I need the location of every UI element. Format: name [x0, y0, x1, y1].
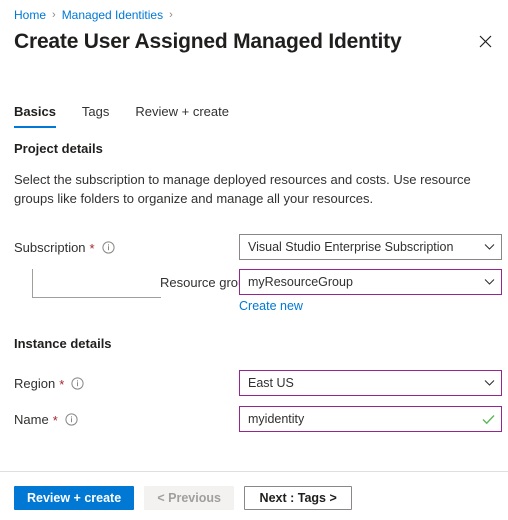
name-input[interactable]: [248, 407, 476, 431]
region-label: Region: [14, 376, 56, 391]
tree-connector-line: [32, 269, 161, 298]
project-details-heading: Project details: [14, 141, 103, 156]
breadcrumb-separator-icon-2: ›: [169, 9, 173, 21]
footer-separator: [0, 471, 508, 472]
instance-details-heading: Instance details: [14, 336, 112, 351]
breadcrumb-item-home[interactable]: Home: [14, 7, 46, 23]
form-row-name: Name *: [14, 406, 502, 432]
resource-group-value: myResourceGroup: [248, 275, 353, 289]
breadcrumb: Home › Managed Identities ›: [14, 7, 179, 23]
subscription-control: Visual Studio Enterprise Subscription: [239, 234, 502, 260]
chevron-down-icon: [484, 278, 495, 286]
chevron-down-icon: [484, 243, 495, 251]
name-label: Name: [14, 412, 49, 427]
footer-actions: Review + create < Previous Next : Tags >: [14, 486, 353, 510]
page-title: Create User Assigned Managed Identity: [14, 30, 402, 53]
chevron-down-icon: [484, 379, 495, 387]
name-textbox[interactable]: [239, 406, 502, 432]
region-value: East US: [248, 376, 294, 390]
form-row-subscription: Subscription * Visual Studio Enterprise …: [14, 234, 502, 260]
tab-review-create[interactable]: Review + create: [135, 103, 229, 128]
name-required-marker: *: [52, 413, 58, 428]
subscription-label-group: Subscription *: [14, 234, 115, 256]
resource-group-control: myResourceGroup Create new: [239, 269, 502, 315]
close-button[interactable]: [472, 30, 498, 56]
form-row-region: Region * East US: [14, 370, 502, 396]
form-row-resource-group: Resource group * myResourceGroup Creat: [14, 269, 502, 315]
tab-basics[interactable]: Basics: [14, 103, 56, 128]
breadcrumb-separator-icon: ›: [52, 9, 56, 21]
name-control: [239, 406, 502, 432]
tab-bar: Basics Tags Review + create: [14, 102, 508, 128]
project-details-description: Select the subscription to manage deploy…: [14, 172, 471, 206]
region-label-group: Region *: [14, 370, 84, 392]
create-new-resource-group-link[interactable]: Create new: [239, 299, 303, 313]
title-row: Create User Assigned Managed Identity: [14, 28, 498, 56]
resource-group-select[interactable]: myResourceGroup: [239, 269, 502, 295]
subscription-value: Visual Studio Enterprise Subscription: [248, 240, 454, 254]
region-required-marker: *: [59, 377, 65, 392]
info-icon[interactable]: [65, 413, 78, 426]
checkmark-icon: [482, 414, 495, 425]
previous-button: < Previous: [144, 486, 235, 510]
next-tags-button[interactable]: Next : Tags >: [244, 486, 353, 510]
info-icon[interactable]: [102, 241, 115, 254]
info-icon[interactable]: [71, 377, 84, 390]
close-icon: [479, 35, 492, 51]
review-create-button[interactable]: Review + create: [14, 486, 135, 510]
subscription-required-marker: *: [89, 241, 95, 256]
name-label-group: Name *: [14, 406, 78, 428]
tab-tags[interactable]: Tags: [82, 103, 109, 128]
subscription-label: Subscription: [14, 240, 86, 255]
region-select[interactable]: East US: [239, 370, 502, 396]
subscription-select[interactable]: Visual Studio Enterprise Subscription: [239, 234, 502, 260]
region-control: East US: [239, 370, 502, 396]
breadcrumb-item-managed-identities[interactable]: Managed Identities: [62, 7, 163, 23]
form-content: Project details Select the subscription …: [14, 140, 502, 432]
